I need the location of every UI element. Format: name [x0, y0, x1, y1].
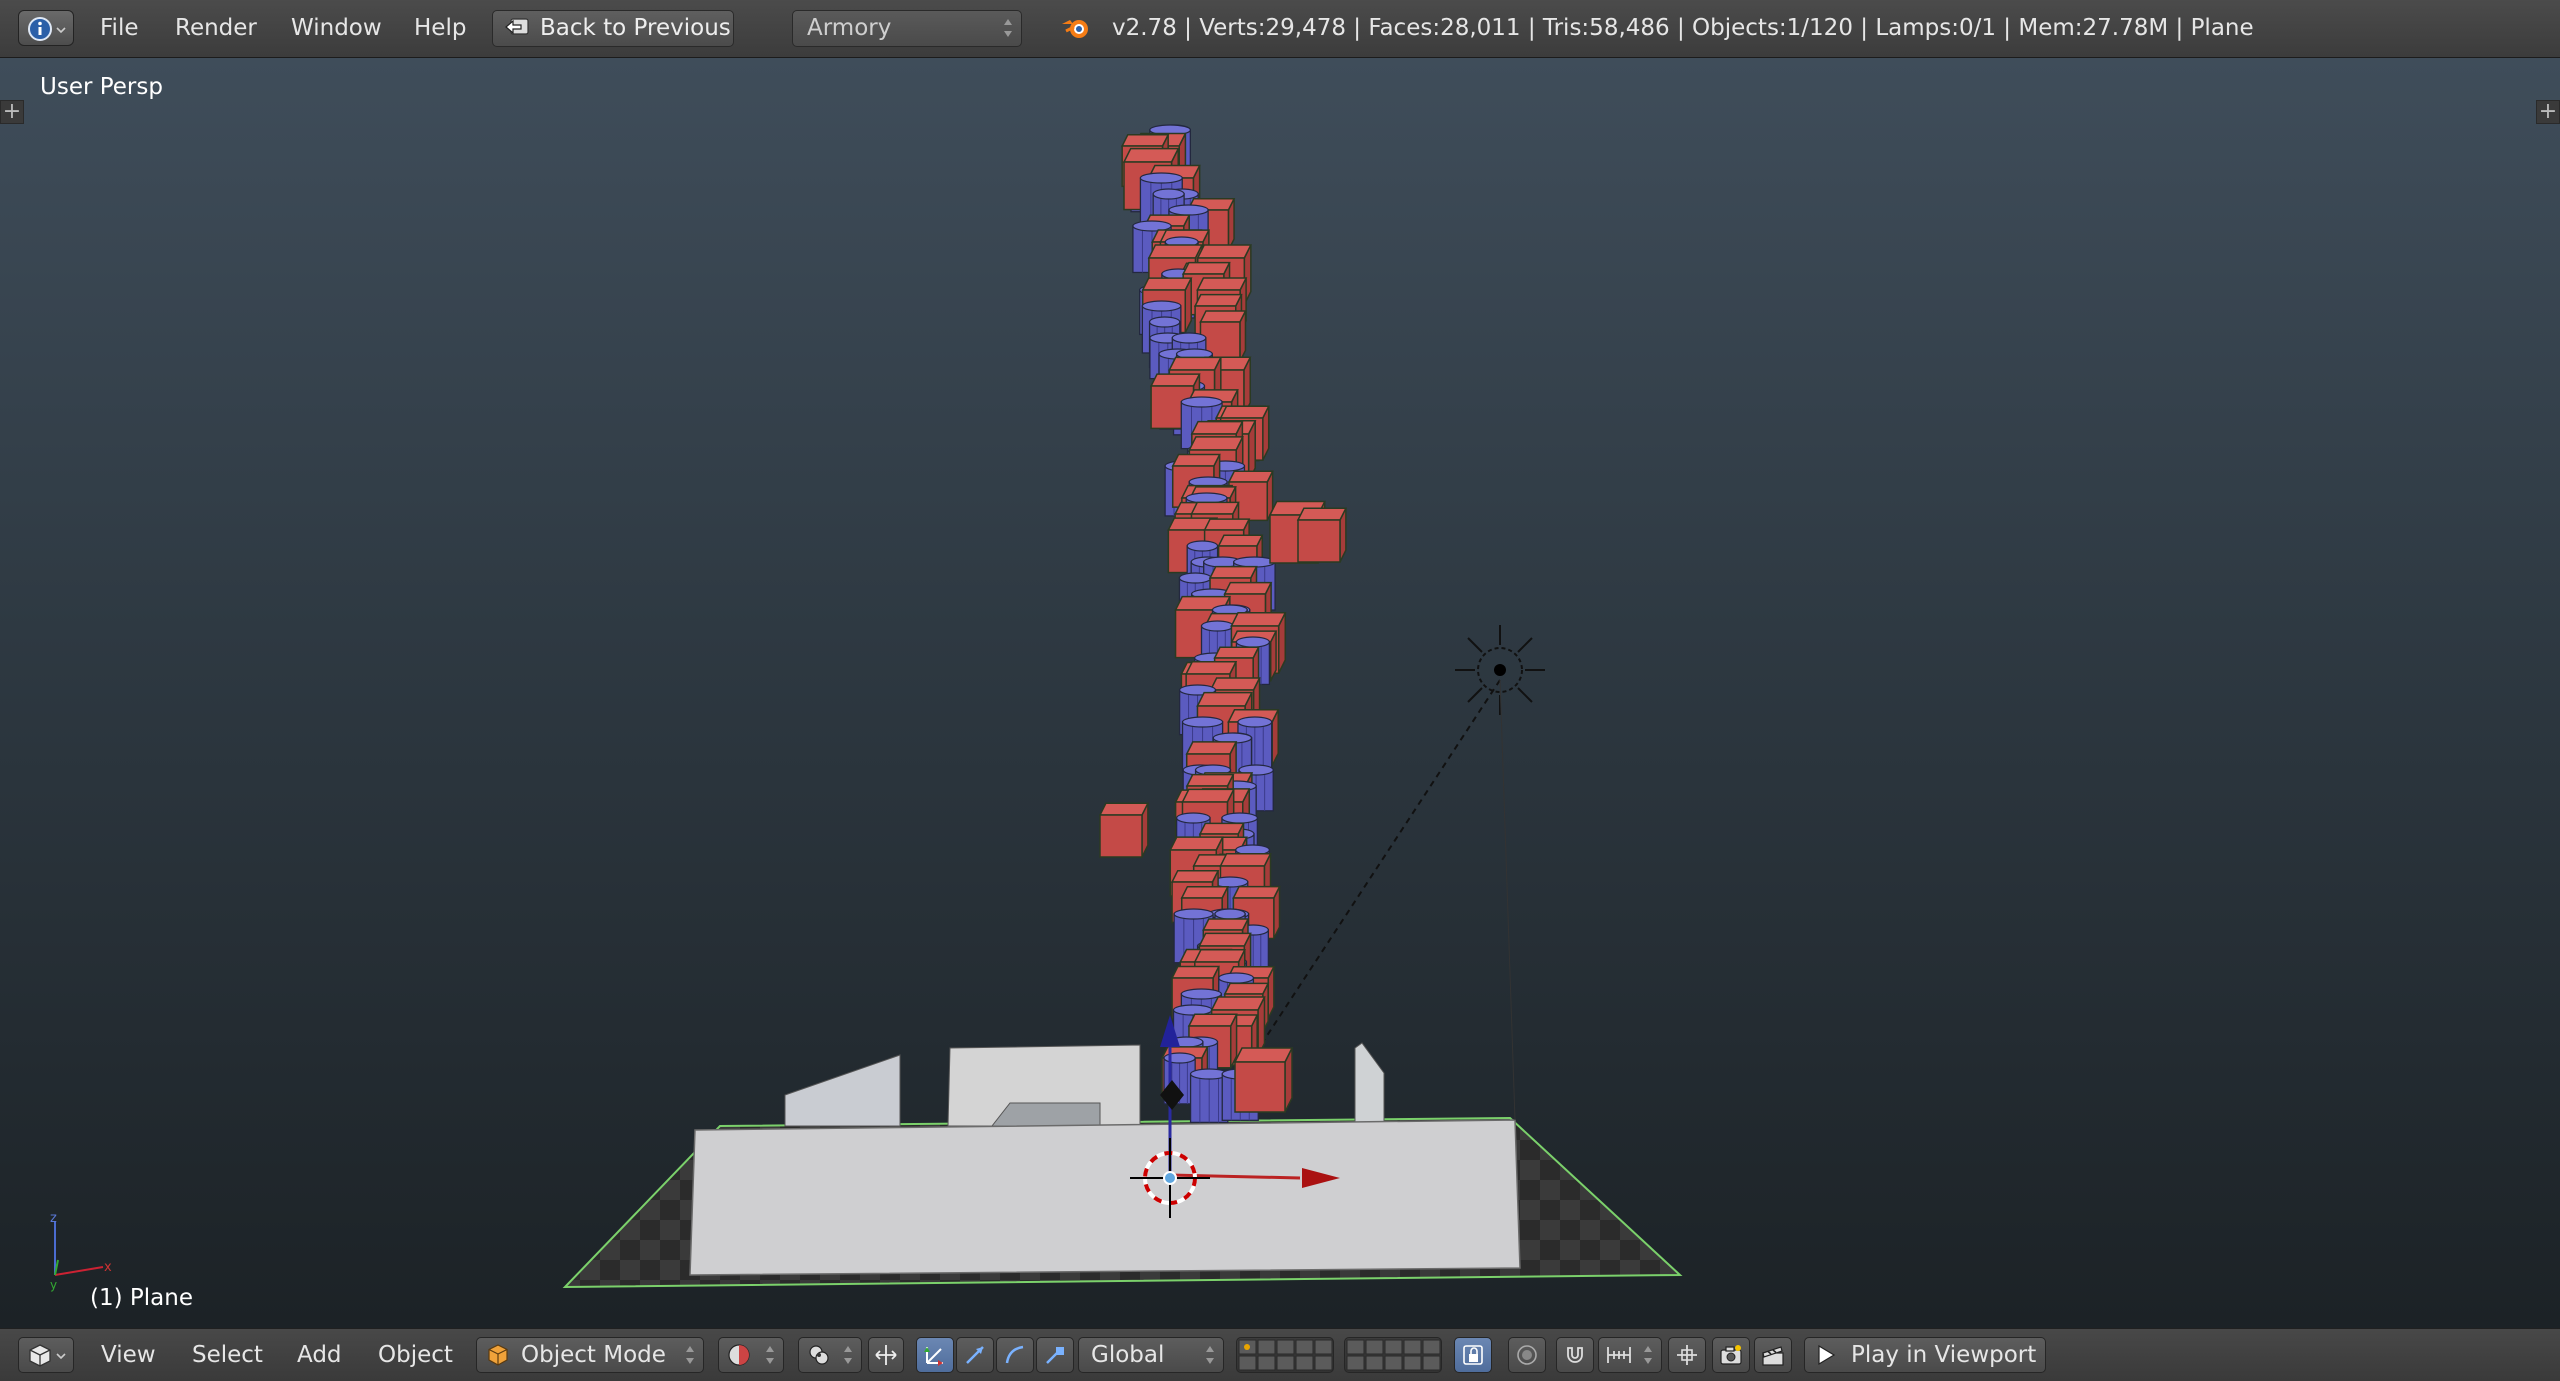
menu-view[interactable]: View [101, 1329, 156, 1381]
active-object-label: (1) Plane [90, 1285, 193, 1311]
updown-arrows-icon [1004, 19, 1012, 37]
layer-buttons-group-2[interactable] [1344, 1337, 1442, 1373]
arc-icon [1005, 1345, 1024, 1364]
tower-cube [1098, 802, 1150, 858]
snap-element-select[interactable] [1598, 1337, 1662, 1373]
menu-window[interactable]: Window [291, 0, 382, 57]
mode-label: Object Mode [521, 1342, 666, 1368]
updown-arrows-icon [1644, 1346, 1652, 1364]
tower-cube [1233, 1047, 1294, 1113]
screen-layout-label: Armory [807, 15, 892, 41]
menu-help[interactable]: Help [414, 0, 466, 57]
orientation-icon-button[interactable] [1036, 1337, 1074, 1373]
svg-text:x: x [104, 1260, 112, 1275]
menu-object[interactable]: Object [378, 1329, 453, 1381]
snap-target-button[interactable] [1668, 1337, 1706, 1373]
proportional-circle-icon [1517, 1345, 1537, 1365]
lock-icon [1463, 1345, 1483, 1365]
play-button-label: Play in Viewport [1851, 1342, 2037, 1368]
snap-target-icon [1677, 1345, 1697, 1365]
transform-orientation-select[interactable]: Global [1078, 1337, 1224, 1373]
editor-type-button[interactable] [18, 10, 74, 46]
manipulator-icon [875, 1345, 897, 1365]
3d-view-header: View Select Add Object Object Mode Globa… [0, 1328, 2560, 1381]
back-wall-small [990, 1102, 1101, 1127]
screen-layout-select[interactable]: Armory [792, 10, 1022, 47]
snap-increment-icon [1607, 1347, 1631, 1363]
post-right [1354, 1042, 1385, 1123]
play-in-viewport-button[interactable]: Play in Viewport [1804, 1337, 2046, 1373]
scene-render: z x y [50, 124, 1683, 1292]
back-wall-left [784, 1054, 901, 1127]
pivot-icon [809, 1345, 829, 1365]
tower-cube [1296, 507, 1348, 563]
play-icon [1818, 1344, 1836, 1366]
translate-manipulator-button[interactable] [916, 1337, 954, 1373]
translate-arrow-icon [924, 1347, 943, 1366]
lock-camera-button[interactable] [1454, 1337, 1492, 1373]
snap-toggle-button[interactable] [1556, 1337, 1594, 1373]
menu-add[interactable]: Add [297, 1329, 342, 1381]
opengl-render-button[interactable] [1712, 1337, 1750, 1373]
menu-render[interactable]: Render [175, 0, 257, 57]
magnet-icon [1567, 1347, 1583, 1363]
pointer-icon [1046, 1347, 1064, 1364]
svg-text:y: y [50, 1278, 57, 1292]
info-icon [28, 17, 52, 41]
editor-type-button[interactable] [18, 1337, 74, 1373]
svg-text:z: z [50, 1211, 57, 1226]
chevron-down-icon [56, 1353, 66, 1360]
blender-logo-icon [1062, 20, 1088, 38]
updown-arrows-icon [1206, 1346, 1214, 1364]
layer-grid-icon [1346, 1339, 1441, 1371]
updown-arrows-icon [686, 1346, 694, 1364]
rotate-arc-icon [966, 1346, 984, 1364]
layer-grid-icon [1238, 1339, 1333, 1371]
orientation-label: Global [1091, 1342, 1165, 1368]
3d-view-icon [29, 1344, 51, 1367]
back-arrow-icon [505, 18, 529, 35]
front-wall [689, 1119, 1521, 1276]
shading-sphere-icon [728, 1344, 750, 1366]
layer-buttons-group-1[interactable] [1236, 1337, 1334, 1373]
scene-statistics: v2.78 | Verts:29,478 | Faces:28,011 | Tr… [1112, 15, 2254, 41]
pivot-point-select[interactable] [798, 1337, 862, 1373]
camera-icon [1720, 1345, 1742, 1365]
manipulator-toggle[interactable] [868, 1337, 904, 1373]
menu-select[interactable]: Select [192, 1329, 263, 1381]
scale-manipulator-button[interactable] [996, 1337, 1034, 1373]
object-mode-icon [488, 1344, 508, 1366]
3d-viewport[interactable]: User Persp + + z x y (1) Plane [0, 58, 2560, 1328]
viewport-shading-select[interactable] [718, 1337, 784, 1373]
opengl-animation-button[interactable] [1754, 1337, 1792, 1373]
menu-file[interactable]: File [100, 0, 139, 57]
info-header: File Render Window Help Back to Previous… [0, 0, 2560, 58]
mode-select[interactable]: Object Mode [476, 1337, 704, 1373]
rotate-manipulator-button[interactable] [956, 1337, 994, 1373]
updown-arrows-icon [766, 1346, 774, 1364]
clapperboard-icon [1762, 1346, 1784, 1366]
proportional-edit-button[interactable] [1508, 1337, 1546, 1373]
physics-tower [1098, 124, 1348, 1124]
chevron-down-icon [56, 27, 66, 34]
updown-arrows-icon [844, 1346, 852, 1364]
axis-gizmo: z x y [50, 1211, 112, 1292]
back-to-previous-button[interactable]: Back to Previous [492, 10, 734, 47]
back-button-label: Back to Previous [540, 15, 731, 41]
